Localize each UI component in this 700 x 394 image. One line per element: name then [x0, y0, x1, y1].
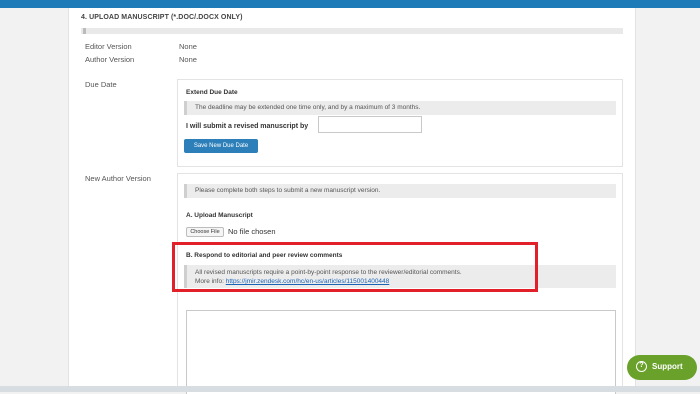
choose-file-button[interactable]: Choose File — [186, 227, 224, 237]
support-label: Support — [652, 362, 683, 371]
extension-notice: The deadline may be extended one time on… — [184, 101, 616, 115]
complete-steps-notice: Please complete both steps to submit a n… — [184, 184, 616, 198]
more-info-link[interactable]: https://jmir.zendesk.com/hc/en-us/articl… — [226, 278, 390, 285]
revised-date-input[interactable] — [318, 116, 422, 133]
editor-version-value: None — [179, 42, 197, 51]
new-author-version-box: Please complete both steps to submit a n… — [177, 173, 623, 394]
due-date-label: Due Date — [85, 80, 117, 89]
response-requirement-text: All revised manuscripts require a point-… — [195, 269, 462, 276]
top-header-bar — [0, 0, 700, 8]
respond-comments-heading: B. Respond to editorial and peer review … — [186, 252, 343, 259]
more-info-line: More info: https://jmir.zendesk.com/hc/e… — [195, 278, 616, 285]
submit-by-label: I will submit a revised manuscript by — [186, 123, 309, 130]
upload-manuscript-heading: A. Upload Manuscript — [186, 212, 253, 219]
question-circle-icon: ? — [636, 361, 647, 372]
progress-strip — [81, 28, 623, 34]
support-button[interactable]: ? Support — [627, 355, 697, 380]
editor-version-label: Editor Version — [85, 42, 132, 51]
section-title: 4. UPLOAD MANUSCRIPT (*.DOC/.DOCX ONLY) — [81, 14, 243, 21]
new-author-version-label: New Author Version — [85, 174, 151, 183]
manuscript-form-panel: 4. UPLOAD MANUSCRIPT (*.DOC/.DOCX ONLY) … — [68, 8, 636, 394]
response-textarea[interactable] — [186, 310, 616, 394]
author-version-value: None — [179, 55, 197, 64]
bottom-bar — [0, 386, 700, 392]
response-requirement-notice: All revised manuscripts require a point-… — [184, 265, 616, 288]
author-version-label: Author Version — [85, 55, 135, 64]
extend-due-date-box: Extend Due Date The deadline may be exte… — [177, 79, 623, 167]
file-status-text: No file chosen — [228, 227, 276, 236]
more-info-prefix: More info: — [195, 278, 226, 285]
extend-due-date-heading: Extend Due Date — [186, 89, 238, 96]
save-new-due-date-button[interactable]: Save New Due Date — [184, 139, 258, 153]
